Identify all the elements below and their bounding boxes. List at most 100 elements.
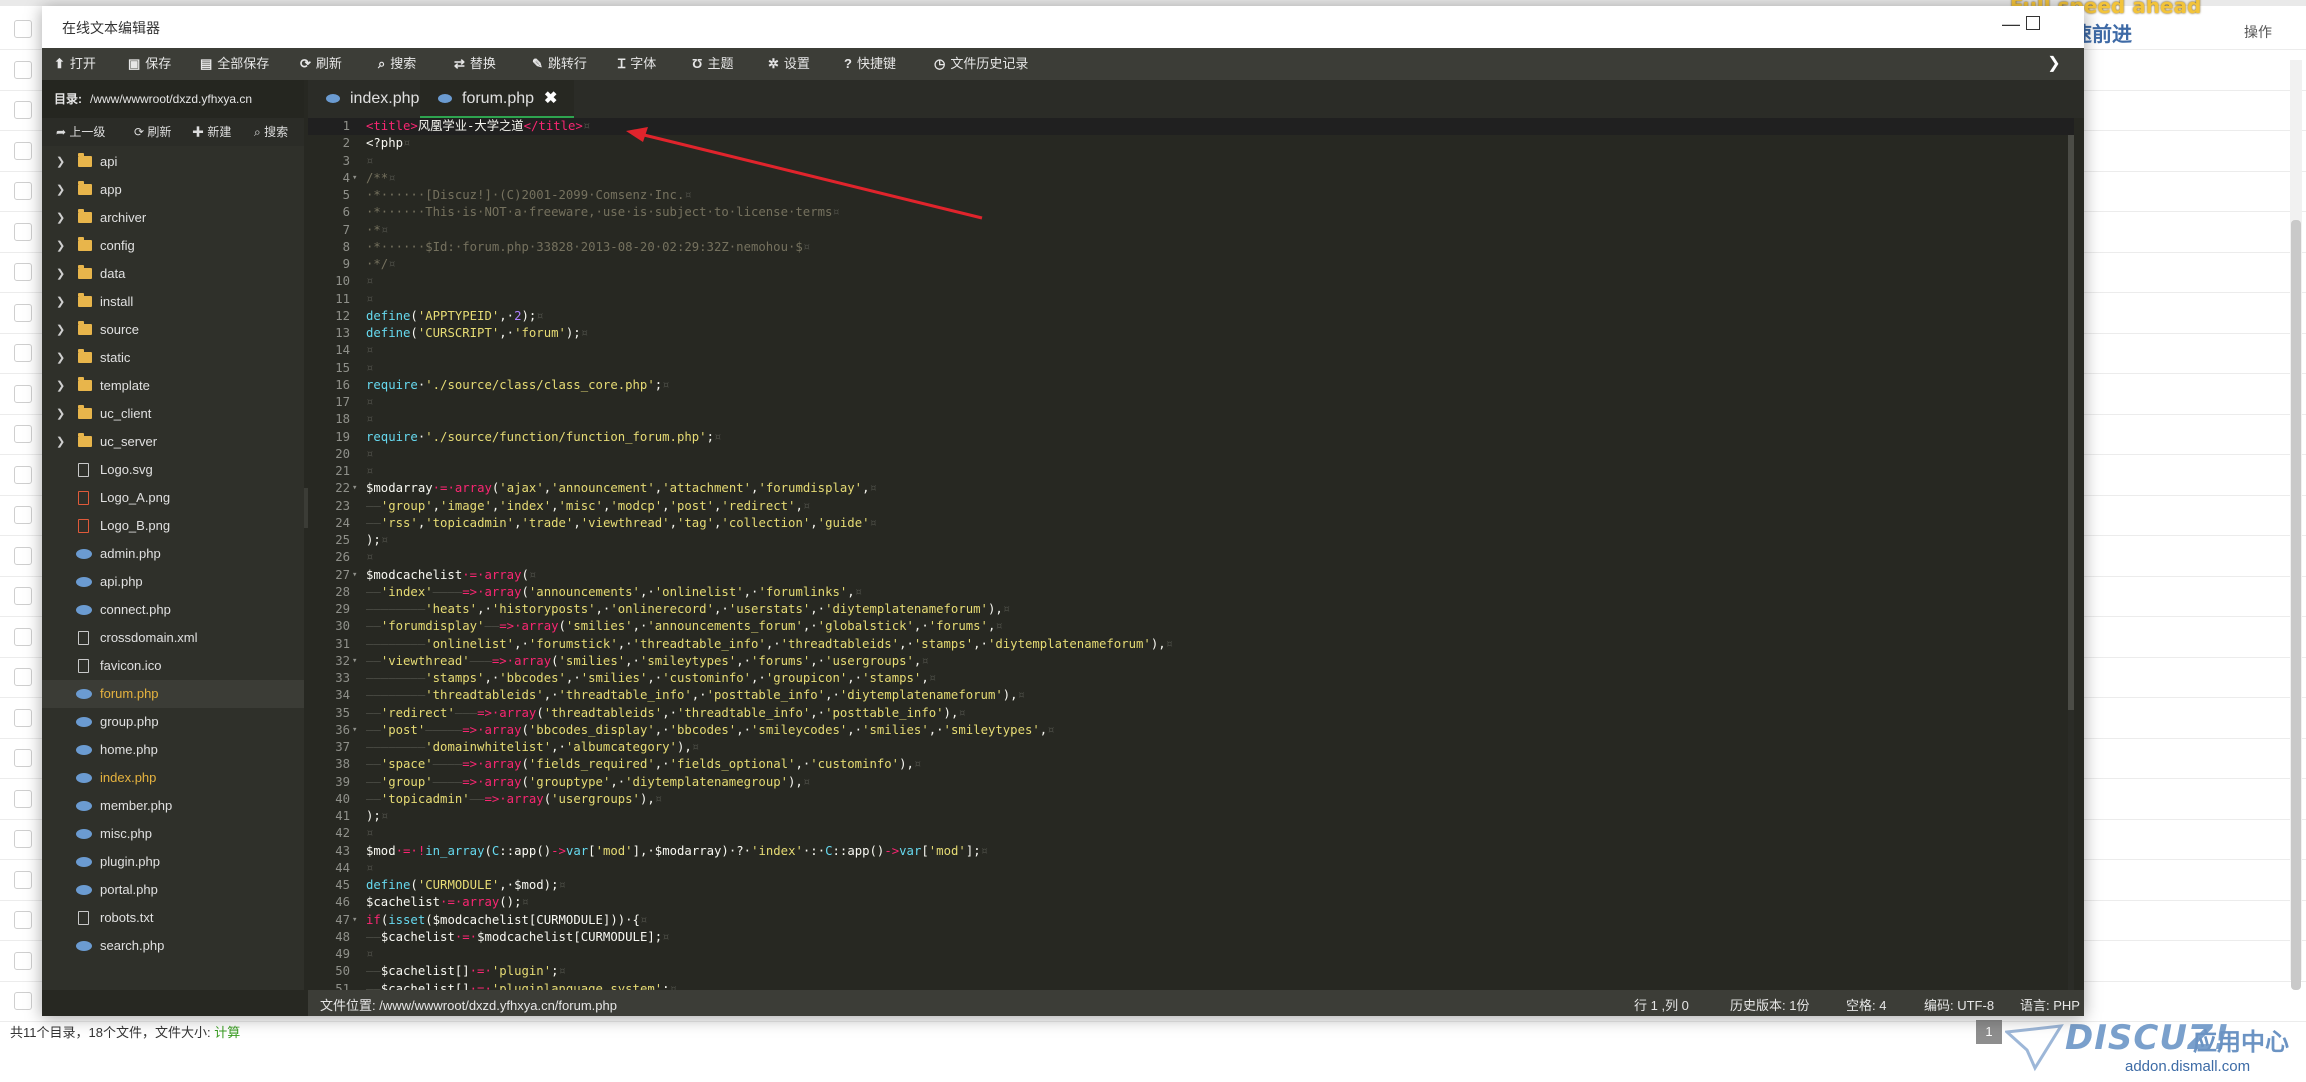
code-line[interactable]: 28 ——'index'————=>·array('announcements',… bbox=[308, 584, 2074, 601]
toolbar-button-1[interactable]: ▣ 保存 bbox=[120, 48, 179, 80]
chevron-down-icon[interactable]: ❯ bbox=[2042, 52, 2066, 76]
calculate-size-link[interactable]: 计算 bbox=[214, 1025, 240, 1040]
indent-setting[interactable]: 空格: 4 bbox=[1846, 995, 1886, 1014]
file-item[interactable]: robots.txt bbox=[42, 904, 304, 932]
row-checkbox[interactable] bbox=[14, 101, 32, 119]
code-line[interactable]: 47 ▾ if(isset($modcachelist[CURMODULE]))·{… bbox=[308, 912, 2074, 929]
row-checkbox[interactable] bbox=[14, 20, 32, 38]
code-line[interactable]: 24 ——'rss','topicadmin','trade','viewthre… bbox=[308, 515, 2074, 532]
pagination-current-page[interactable]: 1 bbox=[1976, 1020, 2002, 1044]
code-line[interactable]: 11 ¤ bbox=[308, 291, 2074, 308]
file-item[interactable]: index.php bbox=[42, 764, 304, 792]
chevron-right-icon[interactable]: ❯ bbox=[56, 232, 65, 260]
directory-path[interactable]: /www/wwwroot/dxzd.yfhxya.cn bbox=[90, 92, 252, 106]
file-item[interactable]: Logo_B.png bbox=[42, 512, 304, 540]
code-line[interactable]: 33 ————————'stamps',·'bbcodes',·'smilies'… bbox=[308, 670, 2074, 687]
row-checkbox[interactable] bbox=[14, 830, 32, 848]
close-tab-icon[interactable]: ✖ bbox=[544, 90, 557, 107]
row-checkbox[interactable] bbox=[14, 951, 32, 970]
code-line[interactable]: 36 ▾ ——'post'—————=>·array('bbcodes_displa… bbox=[308, 722, 2074, 739]
toolbar-button-3[interactable]: ⟳ 刷新 bbox=[292, 48, 350, 80]
chevron-right-icon[interactable]: ❯ bbox=[56, 316, 65, 344]
code-line[interactable]: 2 <?php¤ bbox=[308, 135, 2074, 152]
sidebar-tool-1[interactable]: ⟳ 刷新 bbox=[134, 118, 171, 146]
file-item[interactable]: favicon.ico bbox=[42, 652, 304, 680]
code-line[interactable]: 41);¤ bbox=[308, 808, 2074, 825]
folder-item[interactable]: ❯ install bbox=[42, 288, 304, 316]
code-line[interactable]: 32 ▾ ——'viewthread'———=>·array('smilies',·… bbox=[308, 653, 2074, 670]
code-line[interactable]: 7 ·*¤ bbox=[308, 222, 2074, 239]
toolbar-button-6[interactable]: ✎ 跳转行 bbox=[524, 48, 595, 80]
code-line[interactable]: 50 ——$cachelist[]·=·'plugin';¤ bbox=[308, 963, 2074, 980]
code-line[interactable]: 15 ¤ bbox=[308, 360, 2074, 377]
row-checkbox[interactable] bbox=[14, 60, 32, 79]
row-checkbox[interactable] bbox=[14, 546, 32, 565]
code-line[interactable]: 30 ——'forumdisplay'——=>·array('smilies',·… bbox=[308, 618, 2074, 635]
row-checkbox[interactable] bbox=[14, 303, 32, 322]
row-checkbox[interactable] bbox=[14, 789, 32, 808]
fold-toggle-icon[interactable]: ▾ bbox=[352, 912, 357, 929]
chevron-right-icon[interactable]: ❯ bbox=[56, 344, 65, 372]
code-line[interactable]: 37 ————————'domainwhitelist',·'albumcateg… bbox=[308, 739, 2074, 756]
code-line[interactable]: 9 ·*/¤ bbox=[308, 256, 2074, 273]
code-line[interactable]: 46 $cachelist·=·array();¤ bbox=[308, 894, 2074, 911]
fold-toggle-icon[interactable]: ▾ bbox=[352, 653, 357, 670]
chevron-right-icon[interactable]: ❯ bbox=[56, 204, 65, 232]
row-checkbox[interactable] bbox=[14, 506, 32, 524]
file-item[interactable]: admin.php bbox=[42, 540, 304, 568]
code-line[interactable]: 39 ——'group'————=>·array('grouptype',·'di… bbox=[308, 774, 2074, 791]
toolbar-button-9[interactable]: ✲ 设置 bbox=[760, 48, 818, 80]
code-line[interactable]: 27 ▾ $modcachelist·=·array(¤ bbox=[308, 567, 2074, 584]
code-line[interactable]: 40 ——'topicadmin'——=>·array('usergroups')… bbox=[308, 791, 2074, 808]
sidebar-tool-0[interactable]: ➦ 上一级 bbox=[56, 118, 105, 146]
file-item[interactable]: connect.php bbox=[42, 596, 304, 624]
code-line[interactable]: 17 ¤ bbox=[308, 394, 2074, 411]
folder-item[interactable]: ❯ api bbox=[42, 148, 304, 176]
history-versions[interactable]: 历史版本: 1份 bbox=[1730, 995, 1809, 1014]
code-line[interactable]: 48 ——$cachelist·=·$modcachelist[CURMODULE… bbox=[308, 929, 2074, 946]
code-line[interactable]: 25);¤ bbox=[308, 532, 2074, 549]
code-line[interactable]: 3 ¤ bbox=[308, 153, 2074, 170]
file-item[interactable]: group.php bbox=[42, 708, 304, 736]
file-item[interactable]: Logo_A.png bbox=[42, 484, 304, 512]
fold-toggle-icon[interactable]: ▾ bbox=[352, 722, 357, 739]
row-checkbox[interactable] bbox=[14, 344, 32, 362]
code-line[interactable]: 38 ——'space'————=>·array('fields_required… bbox=[308, 756, 2074, 773]
toolbar-button-7[interactable]: Ɪ 字体 bbox=[610, 48, 664, 80]
row-checkbox[interactable] bbox=[14, 911, 32, 929]
folder-item[interactable]: ❯ template bbox=[42, 372, 304, 400]
folder-item[interactable]: ❯ static bbox=[42, 344, 304, 372]
folder-item[interactable]: ❯ source bbox=[42, 316, 304, 344]
row-checkbox[interactable] bbox=[14, 668, 32, 686]
code-line[interactable]: 22 ▾ $modarray·=·array('ajax','announcemen… bbox=[308, 480, 2074, 497]
toolbar-button-8[interactable]: Ʊ 主题 bbox=[684, 48, 741, 80]
row-checkbox[interactable] bbox=[14, 708, 32, 727]
code-line[interactable]: 20 ¤ bbox=[308, 446, 2074, 463]
code-line[interactable]: 29 ————————'heats',·'historyposts',·'onli… bbox=[308, 601, 2074, 618]
fold-toggle-icon[interactable]: ▾ bbox=[352, 480, 357, 497]
file-item[interactable]: api.php bbox=[42, 568, 304, 596]
code-line[interactable]: 34 ————————'threadtableids',·'threadtable… bbox=[308, 687, 2074, 704]
code-line[interactable]: 51 ——$cachelist[]·=·'pluginlanguage_syste… bbox=[308, 981, 2074, 991]
file-item[interactable]: forum.php bbox=[42, 680, 304, 708]
encoding-setting[interactable]: 编码: UTF-8 bbox=[1924, 995, 1994, 1014]
code-line[interactable]: 49 ¤ bbox=[308, 946, 2074, 963]
row-checkbox[interactable] bbox=[14, 263, 32, 281]
toolbar-button-5[interactable]: ⇄ 替换 bbox=[446, 48, 504, 80]
sidebar-tool-2[interactable]: ✚ 新建 bbox=[192, 118, 231, 146]
chevron-right-icon[interactable]: ❯ bbox=[56, 400, 65, 428]
row-checkbox[interactable] bbox=[14, 425, 32, 443]
maximize-icon[interactable] bbox=[2026, 16, 2040, 30]
code-line[interactable]: 23 ——'group','image','index','misc','modc… bbox=[308, 498, 2074, 515]
file-item[interactable]: home.php bbox=[42, 736, 304, 764]
code-line[interactable]: 12 define('APPTYPEID',·2);¤ bbox=[308, 308, 2074, 325]
folder-item[interactable]: ❯ config bbox=[42, 232, 304, 260]
row-checkbox[interactable] bbox=[14, 384, 32, 403]
code-line[interactable]: 45 define('CURMODULE',·$mod);¤ bbox=[308, 877, 2074, 894]
file-item[interactable]: misc.php bbox=[42, 820, 304, 848]
code-line[interactable]: 43 $mod·=·!in_array(C::app()->var['mod'],… bbox=[308, 843, 2074, 860]
code-line[interactable]: 21 ¤ bbox=[308, 463, 2074, 480]
code-line[interactable]: 8 ·*······$Id:·forum.php·33828·2013-08-20… bbox=[308, 239, 2074, 256]
toolbar-button-4[interactable]: ⌕ 搜索 bbox=[370, 48, 424, 80]
code-editor[interactable]: 1 <title>风凰学业-大学之道</title>¤ 2 <?php¤ 3 ¤ 4 ▾/**… bbox=[308, 118, 2074, 990]
